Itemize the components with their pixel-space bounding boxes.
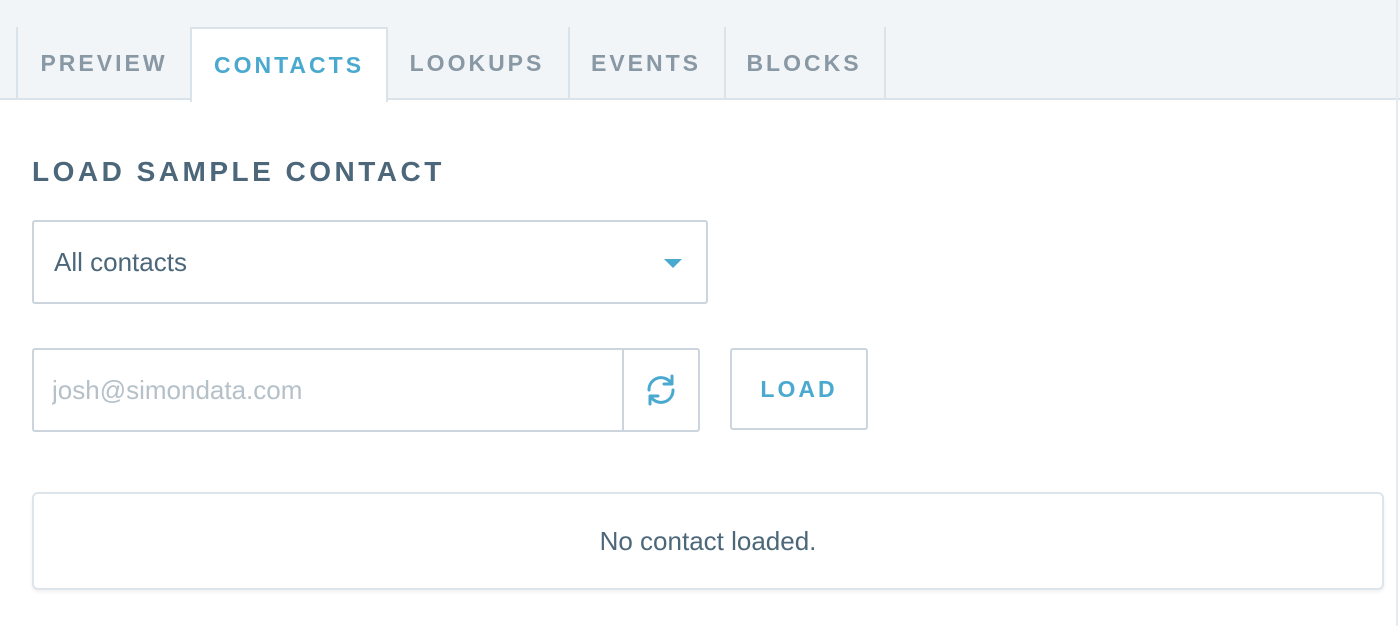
contacts-panel: PREVIEW CONTACTS LOOKUPS EVENTS BLOCKS L… (0, 0, 1400, 626)
tab-bar: PREVIEW CONTACTS LOOKUPS EVENTS BLOCKS (0, 0, 1400, 102)
refresh-button[interactable] (622, 350, 698, 430)
tab-contacts[interactable]: CONTACTS (190, 27, 388, 102)
tab-preview[interactable]: PREVIEW (16, 27, 192, 100)
select-value: All contacts (54, 246, 187, 277)
tab-events[interactable]: EVENTS (568, 27, 726, 100)
contact-status-panel: No contact loaded. (32, 492, 1384, 590)
email-input[interactable] (34, 350, 622, 430)
refresh-icon (647, 374, 675, 406)
section-title: LOAD SAMPLE CONTACT (32, 156, 445, 187)
load-button[interactable]: LOAD (730, 348, 868, 430)
panel-right-border (1396, 0, 1398, 626)
email-input-group (32, 348, 700, 432)
caret-down-icon (664, 259, 682, 268)
tab-blocks[interactable]: BLOCKS (724, 27, 886, 100)
tab-lookups[interactable]: LOOKUPS (386, 27, 570, 100)
status-message: No contact loaded. (599, 525, 817, 556)
contact-segment-select[interactable]: All contacts (32, 220, 708, 304)
